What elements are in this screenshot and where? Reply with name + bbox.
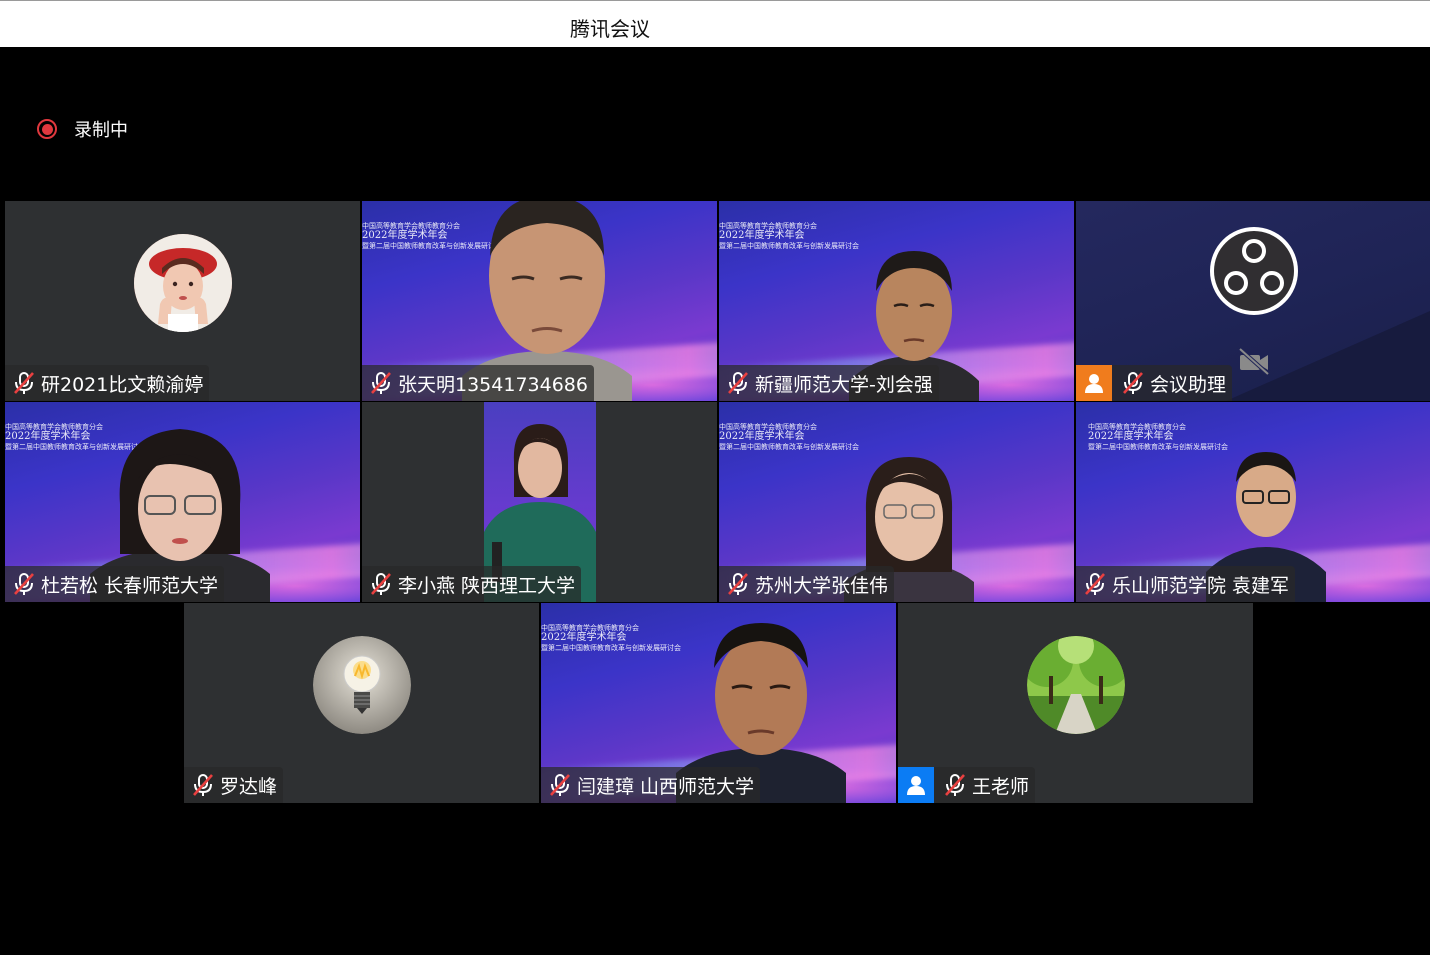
participant-name-tag: 苏州大学张佳伟 <box>719 566 895 602</box>
conference-banner: 中国高等教育学会教师教育分会 2022年度学术年会 暨第二届中国教师教育改革与创… <box>541 623 681 653</box>
participant-name: 罗达峰 <box>220 775 278 798</box>
person-icon <box>1076 365 1112 401</box>
participant-name-tag: 会议助理 <box>1076 365 1233 401</box>
banner-line3: 暨第二届中国教师教育改革与创新发展研讨会 <box>719 242 859 250</box>
participant-name: 闫建璋 山西师范大学 <box>577 775 755 798</box>
participant-tile[interactable]: 中国高等教育学会教师教育分会 2022年度学术年会 暨第二届中国教师教育改革与创… <box>719 201 1074 401</box>
recording-dot-icon <box>37 119 57 139</box>
obs-logo-icon <box>1210 227 1298 315</box>
camera-off-icon <box>1238 347 1270 376</box>
mic-muted-icon <box>945 774 965 796</box>
conference-banner: 中国高等教育学会教师教育分会 2022年度学术年会 暨第二届中国教师教育改革与创… <box>719 422 859 452</box>
participant-name: 张天明13541734686 <box>398 373 588 396</box>
mic-muted-icon <box>14 372 34 394</box>
recording-label: 录制中 <box>74 120 128 141</box>
tree-path-avatar-icon <box>1027 636 1125 734</box>
banner-line2: 2022年度学术年会 <box>719 431 805 442</box>
mic-muted-icon <box>728 573 748 595</box>
mic-muted-icon <box>728 372 748 394</box>
participant-name: 杜若松 长春师范大学 <box>41 574 219 597</box>
conference-banner: 中国高等教育学会教师教育分会 2022年度学术年会 暨第二届中国教师教育改革与创… <box>719 221 859 251</box>
banner-line2: 2022年度学术年会 <box>541 632 627 643</box>
participant-tile[interactable]: 李小燕 陕西理工大学 <box>362 402 717 602</box>
lightbulb-avatar-icon <box>313 636 411 734</box>
banner-line2: 2022年度学术年会 <box>719 230 805 241</box>
participant-name-tag: 张天明13541734686 <box>362 365 594 401</box>
window-title: 腾讯会议 <box>570 17 650 41</box>
participant-name: 研2021比文赖渝婷 <box>41 373 204 396</box>
mic-muted-icon <box>550 774 570 796</box>
mic-muted-icon <box>371 573 391 595</box>
mic-muted-icon <box>193 774 213 796</box>
participant-name: 苏州大学张佳伟 <box>755 574 889 597</box>
avatar <box>134 234 232 332</box>
participant-tile[interactable]: 中国高等教育学会教师教育分会 2022年度学术年会 暨第二届中国教师教育改革与创… <box>541 603 896 803</box>
participant-name: 李小燕 陕西理工大学 <box>398 574 576 597</box>
participant-name: 会议助理 <box>1150 373 1227 396</box>
participant-tile[interactable]: 研2021比文赖渝婷 <box>5 201 360 401</box>
participant-tile[interactable]: 中国高等教育学会教师教育分会 2022年度学术年会 暨第二届中国教师教育改革与创… <box>719 402 1074 602</box>
participant-tile[interactable]: 王老师 <box>898 603 1253 803</box>
participant-tile[interactable]: 中国高等教育学会教师教育分会 2022年度学术年会 暨第二届中国教师教育改革与创… <box>5 402 360 602</box>
participant-tile[interactable]: 会议助理 <box>1076 201 1430 401</box>
participant-name: 新疆师范大学-刘会强 <box>755 373 933 396</box>
participant-name-tag: 李小燕 陕西理工大学 <box>362 566 582 602</box>
participant-name-tag: 杜若松 长春师范大学 <box>5 566 225 602</box>
banner-line3: 暨第二届中国教师教育改革与创新发展研讨会 <box>541 644 681 652</box>
banner-line3: 暨第二届中国教师教育改革与创新发展研讨会 <box>719 443 859 451</box>
participant-name-tag: 闫建璋 山西师范大学 <box>541 767 761 803</box>
participant-tile[interactable]: 中国高等教育学会教师教育分会 2022年度学术年会 暨第二届中国教师教育改革与创… <box>1076 402 1430 602</box>
recording-indicator[interactable]: 录制中 <box>37 116 128 142</box>
mic-muted-icon <box>1085 573 1105 595</box>
window-titlebar: 腾讯会议 <box>0 0 1430 47</box>
participant-name-tag: 王老师 <box>898 767 1036 803</box>
mic-muted-icon <box>371 372 391 394</box>
mic-muted-icon <box>1123 372 1143 394</box>
participant-name: 乐山师范学院 袁建军 <box>1112 574 1290 597</box>
mic-muted-icon <box>14 573 34 595</box>
banner-line2: 2022年度学术年会 <box>1088 431 1174 442</box>
participant-name-tag: 罗达峰 <box>184 767 284 803</box>
person-icon <box>898 767 934 803</box>
participant-name-tag: 新疆师范大学-刘会强 <box>719 365 939 401</box>
participant-tile[interactable]: 中国高等教育学会教师教育分会 2022年度学术年会 暨第二届中国教师教育改革与创… <box>362 201 717 401</box>
participant-name-tag: 乐山师范学院 袁建军 <box>1076 566 1296 602</box>
participant-name: 王老师 <box>972 775 1030 798</box>
participant-name-tag: 研2021比文赖渝婷 <box>5 365 210 401</box>
participant-tile[interactable]: 罗达峰 <box>184 603 539 803</box>
